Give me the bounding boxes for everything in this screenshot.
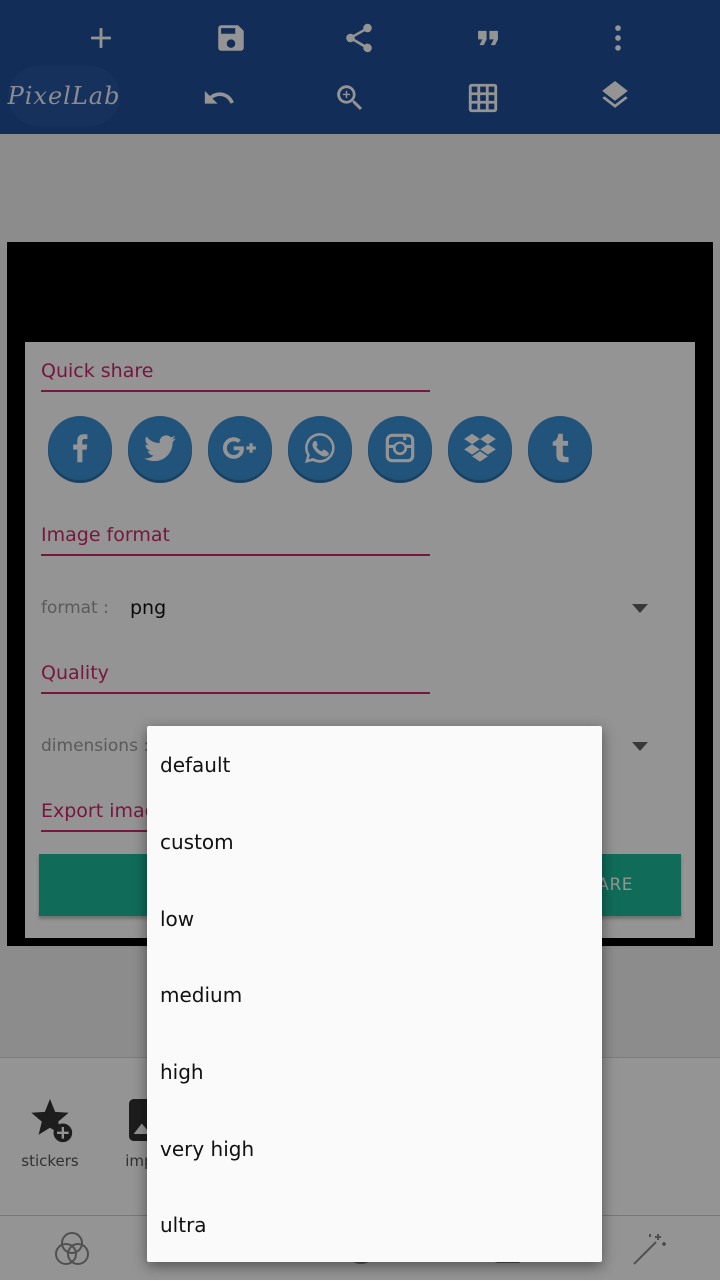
- dropdown-option-medium[interactable]: medium: [160, 983, 242, 1007]
- dropdown-option-very-high[interactable]: very high: [160, 1137, 254, 1161]
- dropdown-option-ultra[interactable]: ultra: [160, 1213, 207, 1237]
- dropdown-option-low[interactable]: low: [160, 907, 194, 931]
- dropdown-option-custom[interactable]: custom: [160, 830, 234, 854]
- dropdown-option-high[interactable]: high: [160, 1060, 204, 1084]
- dropdown-option-default[interactable]: default: [160, 753, 230, 777]
- dimensions-dropdown-menu: default custom low medium high very high…: [147, 726, 602, 1262]
